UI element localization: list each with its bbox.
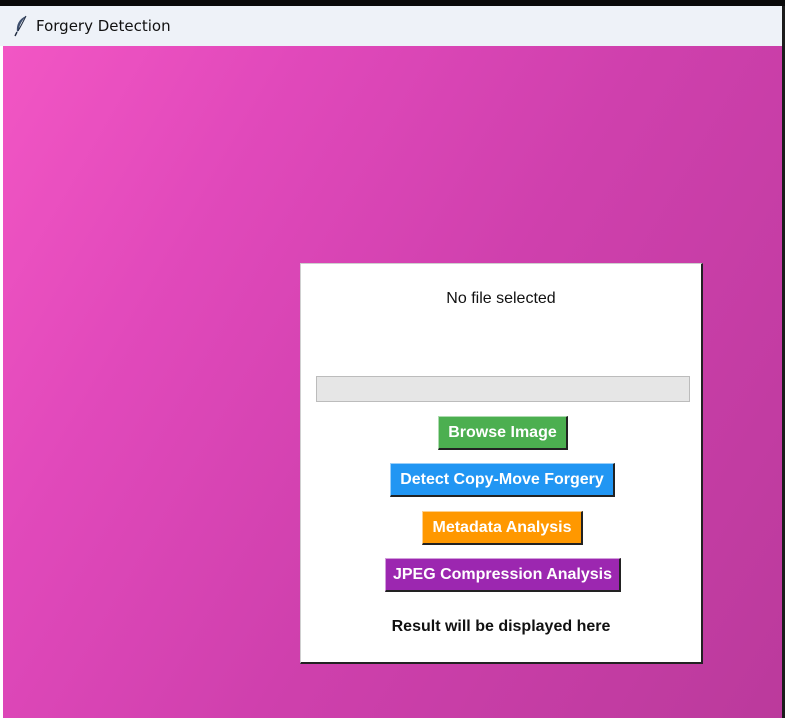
- window-background: No file selected Browse Image Detect Cop…: [3, 46, 782, 718]
- progress-bar: [316, 376, 690, 402]
- file-status-label: No file selected: [446, 290, 556, 307]
- detect-copy-move-button[interactable]: Detect Copy-Move Forgery: [390, 463, 615, 497]
- main-panel: No file selected Browse Image Detect Cop…: [300, 263, 703, 664]
- jpeg-compression-button[interactable]: JPEG Compression Analysis: [385, 558, 621, 592]
- window-titlebar[interactable]: Forgery Detection: [0, 6, 785, 46]
- metadata-analysis-button[interactable]: Metadata Analysis: [422, 511, 583, 545]
- browse-image-button[interactable]: Browse Image: [438, 416, 568, 450]
- window-title: Forgery Detection: [36, 17, 171, 35]
- feather-icon: [11, 15, 31, 37]
- result-label: Result will be displayed here: [391, 618, 611, 635]
